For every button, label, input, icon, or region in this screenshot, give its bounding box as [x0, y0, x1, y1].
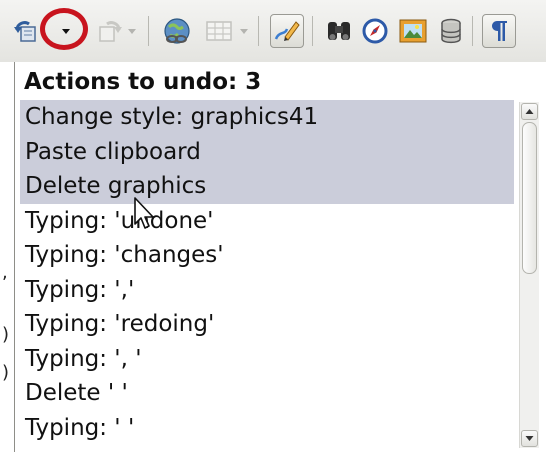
undo-action-item[interactable]: Typing: ' ': [20, 411, 514, 446]
toolbar-separator: [472, 16, 473, 46]
scrollbar-thumb[interactable]: [522, 122, 537, 274]
redo-button[interactable]: [92, 14, 126, 48]
redo-icon: [99, 21, 122, 42]
undo-count-header: Actions to undo: 3: [24, 69, 262, 95]
undo-actions-popup: Actions to undo: 3 Change style: graphic…: [14, 62, 546, 452]
database-icon: [441, 18, 461, 44]
chevron-down-icon: [525, 436, 534, 441]
undo-action-item[interactable]: Typing: 'undone': [20, 204, 514, 239]
undo-actions-list[interactable]: Change style: graphics41 Paste clipboard D…: [20, 100, 514, 446]
chevron-up-icon: [525, 109, 534, 114]
find-replace-button[interactable]: [322, 14, 356, 48]
undo-action-item[interactable]: Delete ' ': [20, 376, 514, 411]
compass-icon: [362, 18, 388, 44]
undo-icon: [14, 21, 36, 42]
undo-action-item[interactable]: Typing: ', ': [20, 342, 514, 377]
navigator-button[interactable]: [358, 14, 392, 48]
document-area-edge: , ) ): [0, 62, 14, 452]
scroll-up-button[interactable]: [521, 103, 538, 120]
hyperlink-button[interactable]: [160, 14, 194, 48]
highlight-circle-annotation: [40, 8, 88, 50]
toolbar-separator: [312, 16, 313, 46]
toolbar-separator: [148, 16, 149, 46]
table-icon: [206, 21, 232, 41]
undo-button[interactable]: [10, 14, 44, 48]
mouse-pointer-icon: [134, 197, 154, 229]
undo-action-item[interactable]: Typing: 'redoing': [20, 307, 514, 342]
binoculars-icon: [328, 22, 350, 40]
table-dropdown-button[interactable]: [236, 14, 252, 48]
undo-action-item[interactable]: Paste clipboard: [20, 134, 514, 169]
undo-action-item[interactable]: Delete graphics: [20, 169, 514, 204]
gallery-button[interactable]: [396, 14, 430, 48]
undo-action-item[interactable]: Typing: 'changes': [20, 238, 514, 273]
scroll-down-button[interactable]: [521, 430, 538, 447]
vertical-scrollbar[interactable]: [519, 102, 539, 448]
pilcrow-icon: [492, 21, 507, 41]
undo-action-item[interactable]: Change style: graphics41: [20, 100, 514, 135]
draw-functions-button[interactable]: [270, 14, 304, 48]
document-text-fragment: ,: [2, 262, 8, 283]
formatting-marks-button[interactable]: [482, 14, 516, 48]
table-button[interactable]: [202, 14, 236, 48]
chevron-down-icon: [128, 29, 136, 34]
chevron-down-icon: [240, 29, 248, 34]
document-text-fragment: ): [2, 324, 10, 345]
gallery-icon: [399, 19, 427, 43]
document-text-fragment: ): [2, 362, 10, 383]
toolbar-separator: [258, 16, 259, 46]
undo-action-item[interactable]: Typing: ',': [20, 273, 514, 308]
redo-dropdown-button[interactable]: [124, 14, 140, 48]
hyperlink-icon: [164, 18, 190, 44]
draw-functions-icon: [274, 21, 300, 41]
data-sources-button[interactable]: [434, 14, 468, 48]
standard-toolbar: [0, 0, 546, 63]
